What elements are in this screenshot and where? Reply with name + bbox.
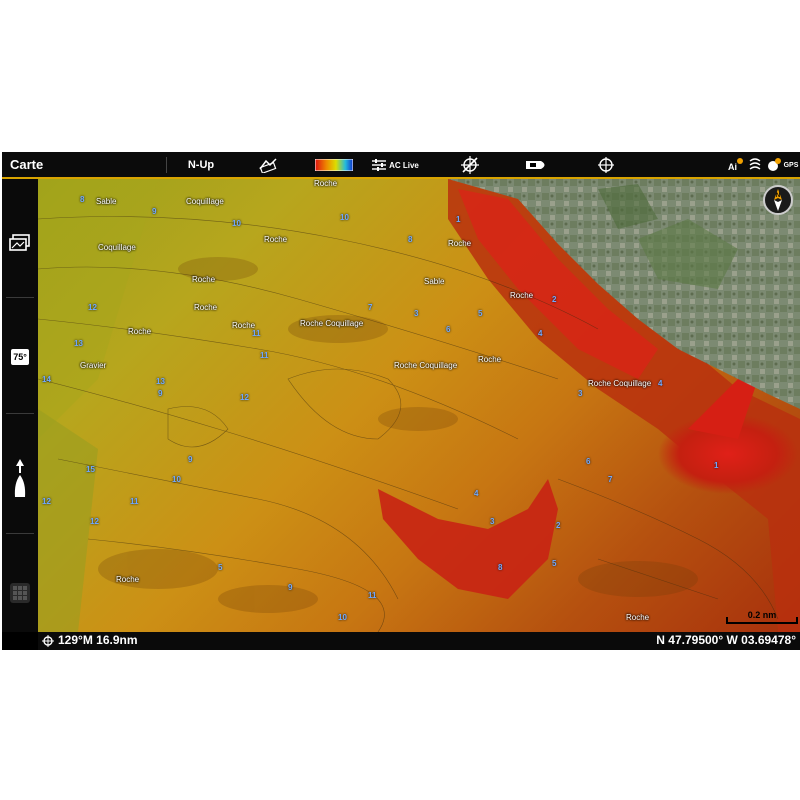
depth-sounding: 6 bbox=[446, 325, 451, 334]
depth-sounding: 12 bbox=[88, 303, 97, 312]
bottom-type-label: Roche bbox=[510, 291, 534, 300]
scale-bar: 0.2 nm bbox=[726, 610, 798, 625]
bottom-type-label: Sable bbox=[96, 197, 117, 206]
crosshair-icon[interactable] bbox=[596, 155, 616, 175]
ai-alert-icon[interactable]: Ai bbox=[728, 155, 744, 175]
bottom-type-label: Roche Coquillage bbox=[588, 379, 652, 388]
depth-sounding: 3 bbox=[490, 517, 495, 526]
depth-sounding: 11 bbox=[252, 329, 261, 338]
depth-sounding: 2 bbox=[552, 295, 557, 304]
depth-sounding: 10 bbox=[340, 213, 349, 222]
depth-sounding: 13 bbox=[156, 377, 165, 386]
bottom-type-label: Roche bbox=[192, 275, 216, 284]
depth-sounding: 13 bbox=[74, 339, 83, 348]
depth-sounding: 1 bbox=[456, 215, 461, 224]
app-title: Carte bbox=[10, 157, 44, 172]
bottom-type-label: Coquillage bbox=[98, 243, 136, 252]
divider bbox=[6, 533, 34, 534]
left-sidebar: 75° bbox=[2, 179, 38, 632]
gps-status[interactable]: GPS bbox=[784, 155, 799, 175]
screens-icon[interactable] bbox=[6, 229, 34, 257]
water-temperature-button[interactable]: 75° bbox=[6, 343, 34, 371]
bathymetry-layer bbox=[38, 179, 800, 632]
depth-sounding: 9 bbox=[158, 389, 163, 398]
depth-sounding: 14 bbox=[42, 375, 51, 384]
chart-map[interactable]: Roche Sable Coquillage Roche Coquillage … bbox=[38, 179, 800, 632]
depth-sounding: 5 bbox=[552, 559, 557, 568]
depth-sounding: 1 bbox=[714, 461, 719, 470]
depth-sounding: 9 bbox=[288, 583, 293, 592]
cursor-target-icon bbox=[42, 635, 54, 650]
divider bbox=[6, 413, 34, 414]
depth-sounding: 4 bbox=[538, 329, 543, 338]
depth-sounding: 3 bbox=[578, 389, 583, 398]
depth-sounding: 11 bbox=[130, 497, 139, 506]
bottom-type-label: Roche bbox=[194, 303, 218, 312]
bottom-type-label: Roche bbox=[116, 575, 140, 584]
compass-north-label: N bbox=[776, 193, 780, 199]
boat-heading-icon[interactable] bbox=[6, 459, 34, 499]
bottom-type-label: Roche Coquillage bbox=[300, 319, 364, 328]
depth-sounding: 12 bbox=[240, 393, 249, 402]
bottom-type-label: Roche bbox=[314, 179, 338, 188]
depth-sounding: 12 bbox=[90, 517, 99, 526]
depth-sounding: 4 bbox=[658, 379, 663, 388]
sonar-icon[interactable] bbox=[748, 155, 762, 175]
keypad-icon[interactable] bbox=[6, 579, 34, 607]
depth-sounding: 9 bbox=[152, 207, 157, 216]
depth-sounding: 11 bbox=[368, 591, 377, 600]
top-bar: Carte N-Up AC Live Ai GPS bbox=[2, 152, 800, 179]
depth-sounding: 7 bbox=[368, 303, 373, 312]
north-compass-icon[interactable]: N bbox=[763, 185, 793, 215]
heading-distance: 129°M 16.9nm bbox=[58, 633, 138, 647]
depth-sounding: 8 bbox=[498, 563, 503, 572]
depth-sounding: 4 bbox=[474, 489, 479, 498]
bottom-type-label: Roche bbox=[128, 327, 152, 336]
depth-sounding: 11 bbox=[260, 351, 269, 360]
depth-sounding: 10 bbox=[338, 613, 347, 622]
depth-sounding: 12 bbox=[42, 497, 51, 506]
bottom-type-label: Gravier bbox=[80, 361, 107, 370]
depth-sounding: 2 bbox=[556, 521, 561, 530]
chart-view-icon[interactable] bbox=[256, 155, 280, 175]
depth-sounding: 9 bbox=[188, 455, 193, 464]
boat-icon[interactable] bbox=[524, 155, 550, 175]
depth-sounding: 8 bbox=[408, 235, 413, 244]
status-bar: 129°M 16.9nm N 47.79500° W 03.69478° bbox=[38, 632, 800, 650]
divider bbox=[6, 297, 34, 298]
autochart-live-label: AC Live bbox=[389, 160, 419, 170]
satellite-icon[interactable] bbox=[766, 155, 782, 175]
depth-sounding: 10 bbox=[232, 219, 241, 228]
bottom-type-label: Roche Coquillage bbox=[394, 361, 458, 370]
bottom-type-label: Roche bbox=[626, 613, 650, 622]
svg-text:Ai: Ai bbox=[728, 162, 737, 172]
no-gps-target-icon[interactable] bbox=[460, 155, 480, 175]
depth-sounding: 15 bbox=[86, 465, 95, 474]
bottom-type-label: Coquillage bbox=[186, 197, 224, 206]
chartplotter-screen: Carte N-Up AC Live Ai GPS 75° Roche Sabl… bbox=[2, 152, 800, 650]
depth-sounding: 5 bbox=[478, 309, 483, 318]
water-temperature: 75° bbox=[11, 349, 29, 365]
depth-sounding: 8 bbox=[80, 195, 85, 204]
depth-sounding: 5 bbox=[218, 563, 223, 572]
cursor-coordinates: N 47.79500° W 03.69478° bbox=[656, 633, 796, 647]
bottom-type-label: Roche bbox=[478, 355, 502, 364]
depth-sounding: 7 bbox=[608, 475, 613, 484]
orientation-button[interactable]: N-Up bbox=[184, 155, 218, 175]
bottom-type-label: Roche bbox=[264, 235, 288, 244]
color-palette-icon[interactable] bbox=[314, 155, 354, 175]
divider bbox=[166, 157, 167, 173]
bottom-type-label: Sable bbox=[424, 277, 445, 286]
depth-sounding: 3 bbox=[414, 309, 419, 318]
bottom-type-label: Roche bbox=[448, 239, 472, 248]
depth-sounding: 10 bbox=[172, 475, 181, 484]
depth-sounding: 6 bbox=[586, 457, 591, 466]
